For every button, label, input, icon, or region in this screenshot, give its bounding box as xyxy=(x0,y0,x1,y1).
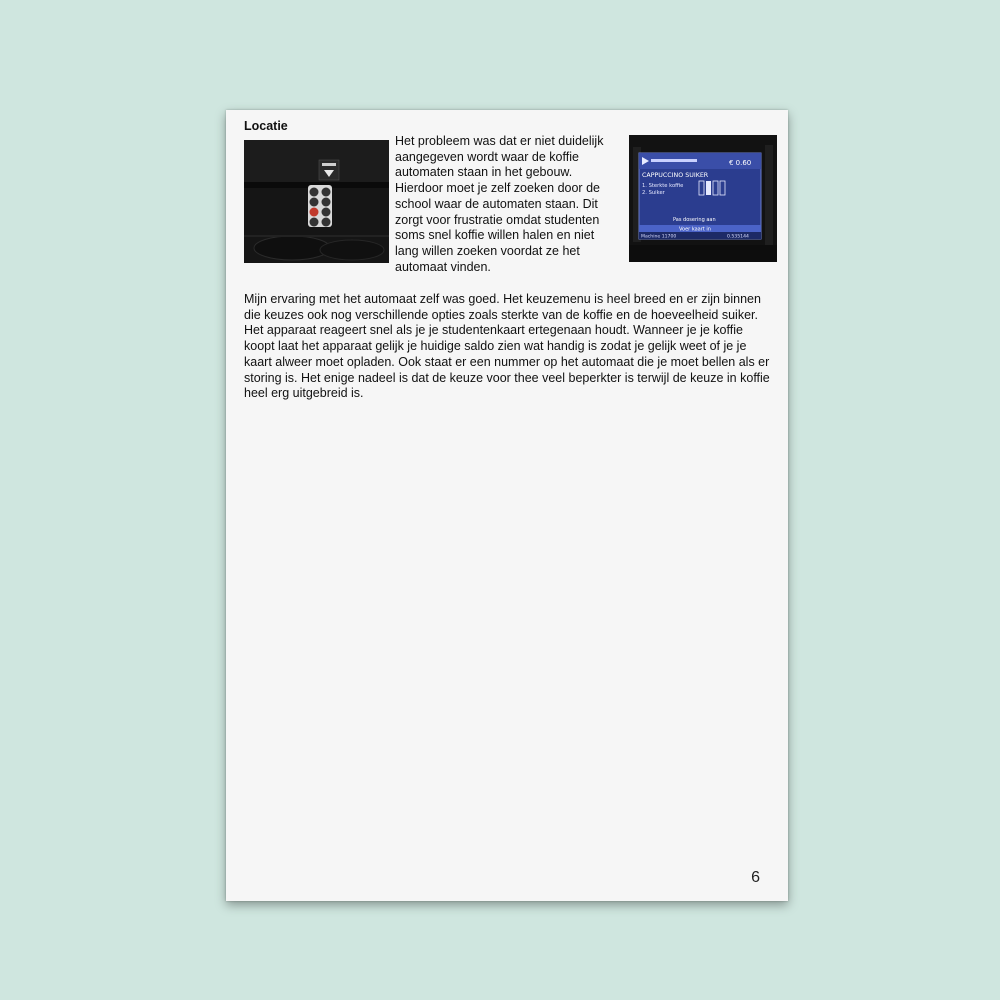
intro-paragraph: Het probleem was dat er niet duidelijk a… xyxy=(395,134,604,274)
dosage-message: Pas dosering aan xyxy=(673,217,716,223)
card-prompt: Voer kaart in xyxy=(679,227,711,233)
machine-display-photo: € 0.60 CAPPUCCINO SUIKER 1. Sterkte koff… xyxy=(629,135,777,262)
experience-paragraph: Mijn ervaring met het automaat zelf was … xyxy=(244,292,770,401)
document-page: Locatie Het probleem was dat er niet dui… xyxy=(226,110,788,901)
product-name: CAPPUCCINO SUIKER xyxy=(642,172,709,179)
price-readout: € 0.60 xyxy=(729,159,751,167)
option-sugar: 2. Suiker xyxy=(642,190,666,196)
machine-id: Machine 11700 xyxy=(641,234,676,240)
machine-display-illustration: € 0.60 CAPPUCCINO SUIKER 1. Sterkte koff… xyxy=(629,135,777,262)
machine-balance: 0.535144 xyxy=(727,234,749,240)
coffee-dispenser-photo xyxy=(244,140,389,263)
page-number: 6 xyxy=(751,869,760,886)
coffee-dispenser-illustration xyxy=(244,140,389,263)
section-heading: Locatie xyxy=(244,119,288,133)
option-strength: 1. Sterkte koffie xyxy=(642,183,683,189)
